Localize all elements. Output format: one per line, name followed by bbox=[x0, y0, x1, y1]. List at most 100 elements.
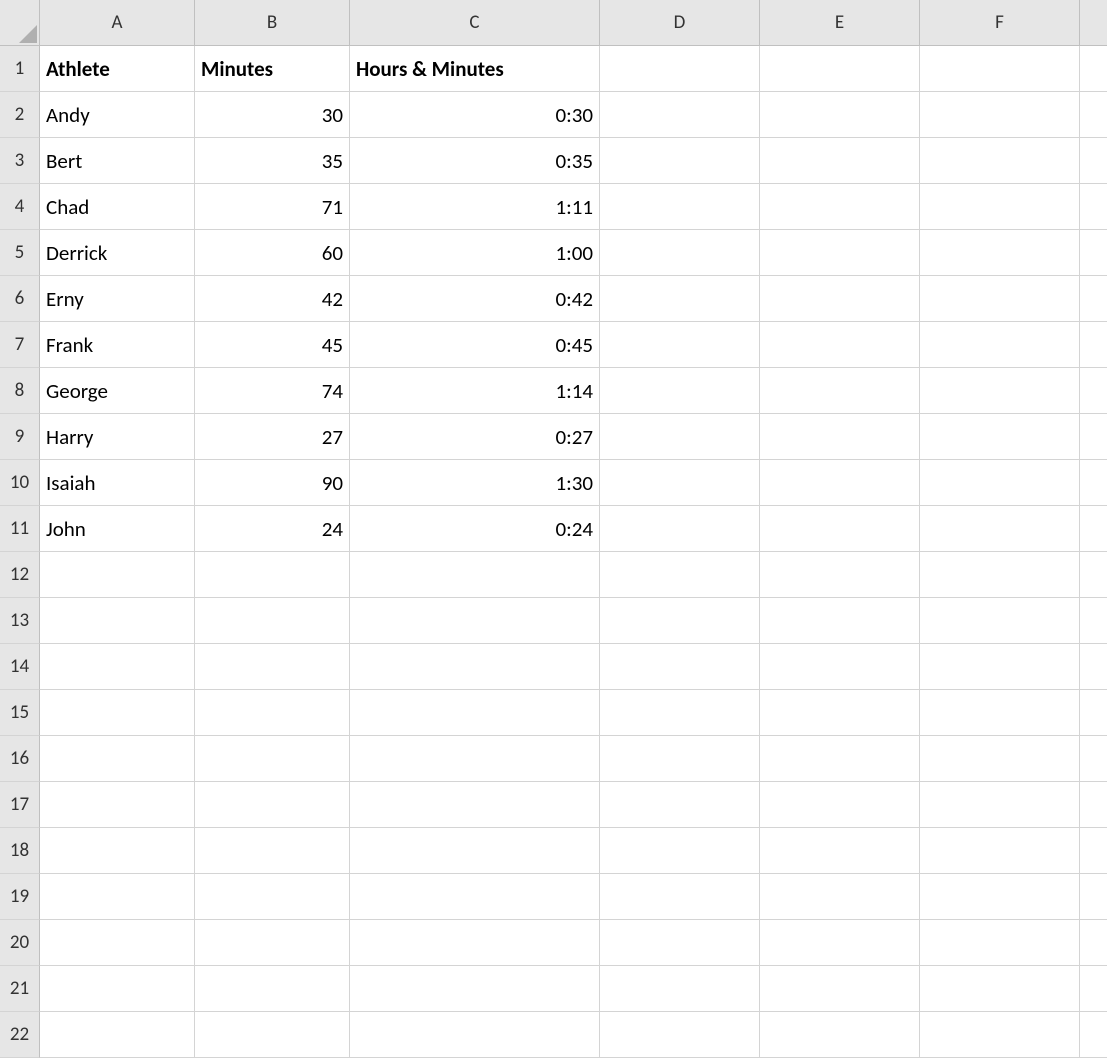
cell-E14[interactable] bbox=[760, 644, 920, 690]
cell-A15[interactable] bbox=[40, 690, 195, 736]
cell-F2[interactable] bbox=[920, 92, 1080, 138]
cell-F4[interactable] bbox=[920, 184, 1080, 230]
cell-D16[interactable] bbox=[600, 736, 760, 782]
cell-D14[interactable] bbox=[600, 644, 760, 690]
cell-D10[interactable] bbox=[600, 460, 760, 506]
cell-F6[interactable] bbox=[920, 276, 1080, 322]
cell-C21[interactable] bbox=[350, 966, 600, 1012]
cell-D15[interactable] bbox=[600, 690, 760, 736]
cell-A14[interactable] bbox=[40, 644, 195, 690]
cell-E22[interactable] bbox=[760, 1012, 920, 1058]
cell-C9[interactable]: 0:27 bbox=[350, 414, 600, 460]
cell-tail-4[interactable] bbox=[1080, 184, 1107, 230]
cell-F18[interactable] bbox=[920, 828, 1080, 874]
cell-E17[interactable] bbox=[760, 782, 920, 828]
cell-C3[interactable]: 0:35 bbox=[350, 138, 600, 184]
cell-C7[interactable]: 0:45 bbox=[350, 322, 600, 368]
cell-D8[interactable] bbox=[600, 368, 760, 414]
cell-F11[interactable] bbox=[920, 506, 1080, 552]
cell-C19[interactable] bbox=[350, 874, 600, 920]
cell-B18[interactable] bbox=[195, 828, 350, 874]
cell-E12[interactable] bbox=[760, 552, 920, 598]
row-header-2[interactable]: 2 bbox=[0, 92, 40, 138]
row-header-19[interactable]: 19 bbox=[0, 874, 40, 920]
column-header-tail[interactable] bbox=[1080, 0, 1107, 46]
column-header-D[interactable]: D bbox=[600, 0, 760, 46]
cell-tail-1[interactable] bbox=[1080, 46, 1107, 92]
cell-F16[interactable] bbox=[920, 736, 1080, 782]
cell-E3[interactable] bbox=[760, 138, 920, 184]
cell-D11[interactable] bbox=[600, 506, 760, 552]
column-header-E[interactable]: E bbox=[760, 0, 920, 46]
cell-D22[interactable] bbox=[600, 1012, 760, 1058]
spreadsheet-grid[interactable]: ABCDEF1AthleteMinutesHours & Minutes2And… bbox=[0, 0, 1107, 1058]
row-header-3[interactable]: 3 bbox=[0, 138, 40, 184]
cell-E8[interactable] bbox=[760, 368, 920, 414]
select-all-corner[interactable] bbox=[0, 0, 40, 46]
cell-tail-17[interactable] bbox=[1080, 782, 1107, 828]
cell-F21[interactable] bbox=[920, 966, 1080, 1012]
column-header-C[interactable]: C bbox=[350, 0, 600, 46]
cell-A18[interactable] bbox=[40, 828, 195, 874]
cell-E9[interactable] bbox=[760, 414, 920, 460]
cell-A8[interactable]: George bbox=[40, 368, 195, 414]
cell-D3[interactable] bbox=[600, 138, 760, 184]
cell-B12[interactable] bbox=[195, 552, 350, 598]
cell-C12[interactable] bbox=[350, 552, 600, 598]
cell-B2[interactable]: 30 bbox=[195, 92, 350, 138]
cell-F13[interactable] bbox=[920, 598, 1080, 644]
row-header-14[interactable]: 14 bbox=[0, 644, 40, 690]
cell-D12[interactable] bbox=[600, 552, 760, 598]
cell-A19[interactable] bbox=[40, 874, 195, 920]
row-header-10[interactable]: 10 bbox=[0, 460, 40, 506]
cell-D1[interactable] bbox=[600, 46, 760, 92]
cell-tail-12[interactable] bbox=[1080, 552, 1107, 598]
cell-F17[interactable] bbox=[920, 782, 1080, 828]
cell-D18[interactable] bbox=[600, 828, 760, 874]
cell-D7[interactable] bbox=[600, 322, 760, 368]
cell-D2[interactable] bbox=[600, 92, 760, 138]
cell-C2[interactable]: 0:30 bbox=[350, 92, 600, 138]
cell-C17[interactable] bbox=[350, 782, 600, 828]
cell-B15[interactable] bbox=[195, 690, 350, 736]
cell-B5[interactable]: 60 bbox=[195, 230, 350, 276]
cell-F8[interactable] bbox=[920, 368, 1080, 414]
cell-C15[interactable] bbox=[350, 690, 600, 736]
row-header-5[interactable]: 5 bbox=[0, 230, 40, 276]
cell-A11[interactable]: John bbox=[40, 506, 195, 552]
cell-F22[interactable] bbox=[920, 1012, 1080, 1058]
cell-C6[interactable]: 0:42 bbox=[350, 276, 600, 322]
cell-E20[interactable] bbox=[760, 920, 920, 966]
cell-E16[interactable] bbox=[760, 736, 920, 782]
cell-C18[interactable] bbox=[350, 828, 600, 874]
cell-A7[interactable]: Frank bbox=[40, 322, 195, 368]
cell-B21[interactable] bbox=[195, 966, 350, 1012]
cell-B11[interactable]: 24 bbox=[195, 506, 350, 552]
cell-F15[interactable] bbox=[920, 690, 1080, 736]
row-header-15[interactable]: 15 bbox=[0, 690, 40, 736]
cell-A2[interactable]: Andy bbox=[40, 92, 195, 138]
cell-E10[interactable] bbox=[760, 460, 920, 506]
cell-D21[interactable] bbox=[600, 966, 760, 1012]
column-header-F[interactable]: F bbox=[920, 0, 1080, 46]
cell-A21[interactable] bbox=[40, 966, 195, 1012]
cell-tail-14[interactable] bbox=[1080, 644, 1107, 690]
cell-A16[interactable] bbox=[40, 736, 195, 782]
cell-B13[interactable] bbox=[195, 598, 350, 644]
cell-B22[interactable] bbox=[195, 1012, 350, 1058]
cell-D13[interactable] bbox=[600, 598, 760, 644]
cell-F19[interactable] bbox=[920, 874, 1080, 920]
cell-A17[interactable] bbox=[40, 782, 195, 828]
cell-tail-10[interactable] bbox=[1080, 460, 1107, 506]
cell-tail-18[interactable] bbox=[1080, 828, 1107, 874]
cell-E2[interactable] bbox=[760, 92, 920, 138]
cell-tail-8[interactable] bbox=[1080, 368, 1107, 414]
cell-tail-3[interactable] bbox=[1080, 138, 1107, 184]
cell-tail-16[interactable] bbox=[1080, 736, 1107, 782]
cell-E21[interactable] bbox=[760, 966, 920, 1012]
cell-tail-13[interactable] bbox=[1080, 598, 1107, 644]
cell-A10[interactable]: Isaiah bbox=[40, 460, 195, 506]
cell-C14[interactable] bbox=[350, 644, 600, 690]
cell-F1[interactable] bbox=[920, 46, 1080, 92]
cell-tail-22[interactable] bbox=[1080, 1012, 1107, 1058]
